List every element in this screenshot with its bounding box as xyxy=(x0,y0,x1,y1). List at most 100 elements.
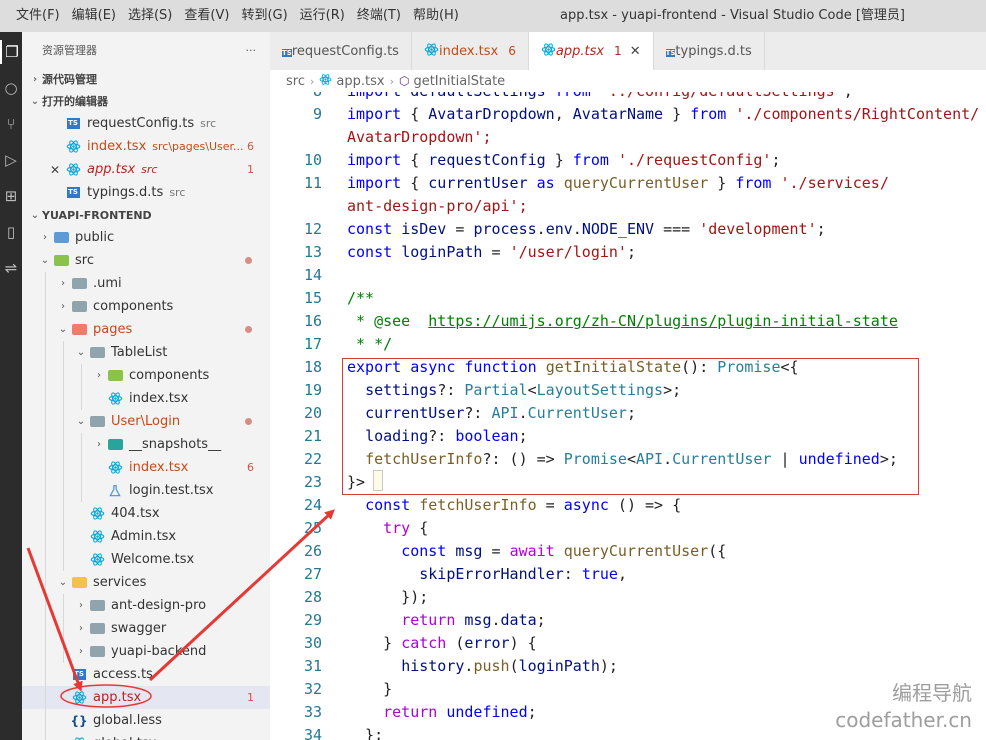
folder-icon xyxy=(88,345,106,361)
close-icon[interactable]: ✕ xyxy=(50,163,60,177)
menu-item[interactable]: 查看(V) xyxy=(178,0,235,32)
code-line[interactable]: 31 history.push(loginPath); xyxy=(270,655,986,678)
explorer-icon[interactable]: ❐ xyxy=(0,40,22,64)
code-text: try { xyxy=(383,519,429,537)
source-control-section[interactable]: › 源代码管理 xyxy=(22,68,270,90)
tree-item[interactable]: ⌄ src xyxy=(22,249,270,272)
tree-item[interactable]: › __snapshots__ xyxy=(22,433,270,456)
source-control-icon[interactable]: ⑂ xyxy=(0,112,22,136)
code-line[interactable]: 22 fetchUserInfo?: () => Promise<API.Cur… xyxy=(270,448,986,471)
code-line[interactable]: 15 /** xyxy=(270,287,986,310)
tree-item[interactable]: global.tsx xyxy=(22,732,270,740)
chevron-down-icon: ⌄ xyxy=(30,209,40,221)
search-icon[interactable]: ○ xyxy=(0,76,22,100)
tree-item[interactable]: Admin.tsx xyxy=(22,525,270,548)
code-line[interactable]: 9 import { AvatarDropdown, AvatarName } f… xyxy=(270,103,986,126)
react-file-icon xyxy=(70,690,88,706)
tree-item[interactable]: index.tsx xyxy=(22,387,270,410)
run-debug-icon[interactable]: ▷ xyxy=(0,148,22,172)
tree-item[interactable]: › yuapi-backend xyxy=(22,640,270,663)
code-text: } catch (error) { xyxy=(347,634,537,652)
extensions-icon[interactable]: ⊞ xyxy=(0,184,22,208)
menu-item[interactable]: 帮助(H) xyxy=(407,0,465,32)
code-line[interactable]: AvatarDropdown'; xyxy=(270,126,986,149)
open-editor-item[interactable]: index.tsx src\pages\User... 6 xyxy=(22,135,270,158)
code-editor[interactable]: 8 import defaultSettings from '../config/… xyxy=(270,92,986,740)
tree-item-label: index.tsx xyxy=(129,460,189,475)
modified-dot-icon xyxy=(245,326,252,333)
tree-item[interactable]: › .umi xyxy=(22,272,270,295)
menu-item[interactable]: 终端(T) xyxy=(351,0,407,32)
tree-item[interactable]: › components xyxy=(22,295,270,318)
indent-guide xyxy=(45,571,46,594)
code-line[interactable]: 10 import { requestConfig } from './reque… xyxy=(270,149,986,172)
code-line[interactable]: 28 }); xyxy=(270,586,986,609)
code-line[interactable]: 30 } catch (error) { xyxy=(270,632,986,655)
code-line[interactable]: ant-design-pro/api'; xyxy=(270,195,986,218)
tree-item[interactable]: › public xyxy=(22,226,270,249)
close-icon[interactable]: ✕ xyxy=(630,44,641,59)
tree-item[interactable]: ⌄ TableList xyxy=(22,341,270,364)
code-line[interactable]: 11 import { currentUser as queryCurrentUs… xyxy=(270,172,986,195)
open-editor-item[interactable]: TS typings.d.ts src xyxy=(22,181,270,204)
code-line[interactable]: 27 skipErrorHandler: true, xyxy=(270,563,986,586)
tree-item[interactable]: TS access.ts xyxy=(22,663,270,686)
menu-item[interactable]: 选择(S) xyxy=(122,0,178,32)
tab-typings-d-ts[interactable]: TS typings.d.ts xyxy=(654,32,765,70)
open-editor-item[interactable]: ✕ app.tsx src 1 xyxy=(22,158,270,181)
indent-guide xyxy=(81,387,82,410)
open-editors-section[interactable]: ⌄ 打开的编辑器 xyxy=(22,90,270,112)
indent-guide xyxy=(63,594,64,617)
code-line[interactable]: 13 const loginPath = '/user/login'; xyxy=(270,241,986,264)
tree-item[interactable]: › components xyxy=(22,364,270,387)
breadcrumb-file[interactable]: app.tsx xyxy=(319,73,385,90)
problem-count-badge: 6 xyxy=(508,44,516,58)
open-editor-item[interactable]: TS requestConfig.ts src xyxy=(22,112,270,135)
tree-item[interactable]: {} global.less xyxy=(22,709,270,732)
chevron-right-icon: › xyxy=(61,278,65,289)
menu-item[interactable]: 文件(F) xyxy=(10,0,66,32)
menu-item[interactable]: 运行(R) xyxy=(294,0,351,32)
tree-item[interactable]: index.tsx 6 xyxy=(22,456,270,479)
code-line[interactable]: 25 try { xyxy=(270,517,986,540)
more-actions-button[interactable]: ··· xyxy=(246,44,257,57)
tree-item-label: global.tsx xyxy=(93,736,156,740)
tree-item[interactable]: Welcome.tsx xyxy=(22,548,270,571)
breadcrumb-src[interactable]: src xyxy=(286,74,305,89)
indent-guide xyxy=(45,732,46,740)
code-line[interactable]: 20 currentUser?: API.CurrentUser; xyxy=(270,402,986,425)
menu-item[interactable]: 编辑(E) xyxy=(66,0,122,32)
file-label: typings.d.ts xyxy=(87,185,164,200)
remote-icon[interactable]: ⇌ xyxy=(0,256,22,280)
code-line[interactable]: 19 settings?: Partial<LayoutSettings>; xyxy=(270,379,986,402)
code-line[interactable]: 24 const fetchUserInfo = async () => { xyxy=(270,494,986,517)
code-line[interactable]: 29 return msg.data; xyxy=(270,609,986,632)
tree-item[interactable]: ⌄ pages xyxy=(22,318,270,341)
tree-item[interactable]: › swagger xyxy=(22,617,270,640)
tree-item[interactable]: login.test.tsx xyxy=(22,479,270,502)
tree-item[interactable]: app.tsx 1 xyxy=(22,686,270,709)
tree-item[interactable]: › ant-design-pro xyxy=(22,594,270,617)
folder-icon xyxy=(106,368,124,384)
code-line[interactable]: 18 export async function getInitialState(… xyxy=(270,356,986,379)
code-line[interactable]: 26 const msg = await queryCurrentUser({ xyxy=(270,540,986,563)
code-line[interactable]: 17 * */ xyxy=(270,333,986,356)
breadcrumb-symbol[interactable]: ⬡ getInitialState xyxy=(399,74,505,89)
tab-index-tsx[interactable]: index.tsx 6 xyxy=(412,32,529,70)
code-line[interactable]: 16 * @see https://umijs.org/zh-CN/plugin… xyxy=(270,310,986,333)
tree-item[interactable]: ⌄ User\Login xyxy=(22,410,270,433)
code-line[interactable]: 21 loading?: boolean; xyxy=(270,425,986,448)
code-line[interactable]: 12 const isDev = process.env.NODE_ENV ===… xyxy=(270,218,986,241)
code-text: return msg.data; xyxy=(401,611,546,629)
tab-requestconfig-ts[interactable]: TS requestConfig.ts xyxy=(270,32,412,70)
code-line[interactable]: 14 xyxy=(270,264,986,287)
menu-item[interactable]: 转到(G) xyxy=(235,0,293,32)
line-number: 13 xyxy=(303,243,322,261)
tree-item-label: yuapi-backend xyxy=(111,644,207,659)
tab-app-tsx[interactable]: app.tsx 1 ✕ xyxy=(528,32,654,70)
tree-item[interactable]: 404.tsx xyxy=(22,502,270,525)
tree-item[interactable]: ⌄ services xyxy=(22,571,270,594)
project-section[interactable]: ⌄ YUAPI-FRONTEND xyxy=(22,204,270,226)
code-line[interactable]: 8 import defaultSettings from '../config/… xyxy=(270,92,986,103)
bookmark-icon[interactable]: ▯ xyxy=(0,220,22,244)
